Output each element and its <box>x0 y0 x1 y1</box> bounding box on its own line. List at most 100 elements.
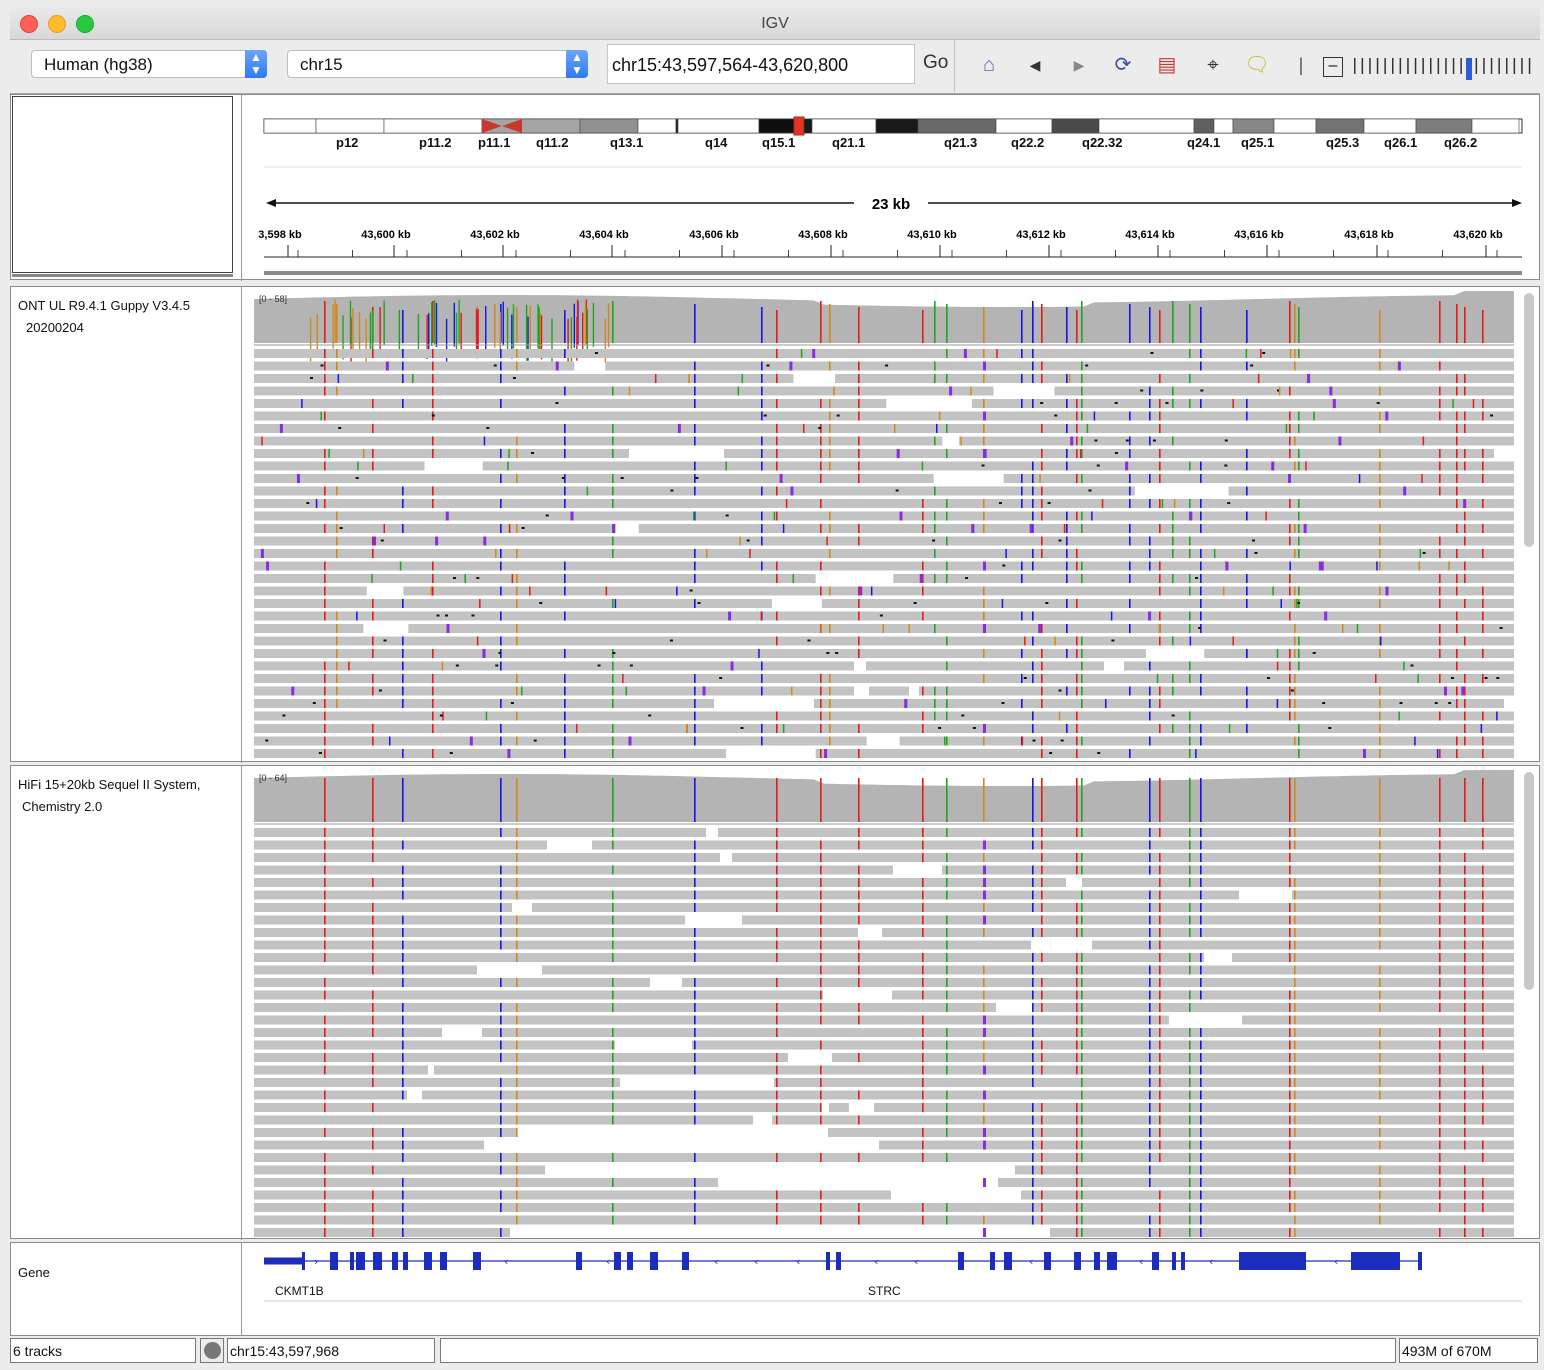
mismatch <box>1379 853 1381 862</box>
mismatch <box>372 649 374 658</box>
mismatch <box>516 1078 518 1087</box>
chromosome-select[interactable]: chr15 ▲ ▼ <box>287 50 588 78</box>
mismatch <box>432 386 434 396</box>
mismatch <box>1041 953 1043 962</box>
hifi-track-name[interactable]: HiFi 15+20kb Sequel II System, <box>18 774 200 796</box>
deletion <box>1125 439 1129 442</box>
hifi-alignment-view[interactable] <box>254 768 1514 1238</box>
coverage-snp-bar <box>398 309 401 354</box>
mismatch <box>500 1053 502 1062</box>
hifi-track-scrollbar[interactable] <box>1524 772 1534 990</box>
mismatch <box>1379 736 1381 746</box>
mismatch <box>820 749 822 758</box>
mismatch <box>1159 1140 1161 1150</box>
mismatch <box>1379 599 1381 608</box>
region-of-interest-icon[interactable]: ▤ <box>1152 51 1182 79</box>
mismatch <box>694 1040 696 1050</box>
read <box>254 940 1031 950</box>
mismatch <box>790 686 793 696</box>
mismatch <box>500 1003 502 1012</box>
forward-icon[interactable]: ▶ <box>1064 51 1094 79</box>
mismatch <box>564 499 566 508</box>
mismatch <box>612 1028 614 1037</box>
genome-select[interactable]: Human (hg38) ▲ ▼ <box>31 50 267 78</box>
mismatch <box>1041 1053 1043 1062</box>
hifi-track-name-chemistry[interactable]: Chemistry 2.0 <box>22 796 102 818</box>
mismatch <box>1464 574 1466 583</box>
zoom-out-icon[interactable]: – <box>1323 57 1343 77</box>
ont-alignment-view[interactable] <box>254 289 1514 761</box>
ont-track-name[interactable]: ONT UL R9.4.1 Guppy V3.4.5 <box>18 295 190 317</box>
read <box>772 1115 1514 1125</box>
mismatch <box>1464 1040 1466 1050</box>
deletion <box>1450 677 1454 679</box>
mismatch <box>1032 878 1034 887</box>
mismatch <box>1189 1165 1191 1175</box>
mismatch <box>1379 474 1381 483</box>
ideogram-and-ruler[interactable]: p12 p11.2 p11.1 q11.2 q13.1 q14 q15.1 q21.1 q21.… <box>254 95 1524 281</box>
mismatch <box>1439 486 1441 496</box>
mismatch <box>402 965 404 975</box>
mismatch <box>1041 1115 1043 1125</box>
gene-track-name[interactable]: Gene <box>18 1262 50 1284</box>
read <box>1228 486 1514 496</box>
locus-input[interactable]: chr15:43,597,564-43,620,800 <box>607 44 915 84</box>
mismatch <box>946 661 948 671</box>
mismatch <box>776 878 778 887</box>
mismatch <box>922 928 924 937</box>
mismatch <box>1076 724 1078 733</box>
mismatch <box>1200 1103 1202 1112</box>
refresh-icon[interactable]: ⟳ <box>1108 51 1138 79</box>
deletion <box>1002 564 1006 567</box>
back-icon[interactable]: ◀ <box>1020 51 1050 79</box>
mismatch <box>1289 878 1291 887</box>
popup-info-icon[interactable]: 🗨 <box>1242 51 1272 79</box>
insertion-marker <box>983 449 986 458</box>
mismatch <box>1456 736 1458 746</box>
mismatch <box>1172 574 1174 583</box>
mismatch <box>1189 865 1191 875</box>
coverage-snp-bar <box>820 301 822 343</box>
mismatch <box>1245 349 1248 358</box>
ont-track-scrollbar[interactable] <box>1524 293 1534 547</box>
mismatch <box>516 636 518 646</box>
gene-label-strc[interactable]: STRC <box>868 1280 901 1302</box>
mismatch <box>1289 1015 1291 1025</box>
mismatch <box>761 374 763 383</box>
mismatch <box>1159 1215 1161 1225</box>
zoom-tick <box>1483 58 1485 74</box>
deletion <box>1290 689 1294 692</box>
mismatch <box>324 699 326 708</box>
mismatch <box>776 853 778 862</box>
ont-track-name-date[interactable]: 20200204 <box>26 317 84 339</box>
mismatch <box>1200 361 1202 371</box>
mismatch <box>833 386 835 396</box>
mismatch <box>776 953 778 962</box>
gene-exon <box>614 1252 621 1270</box>
deletion <box>306 502 310 504</box>
status-memory: 493M of 670M <box>1399 1338 1538 1363</box>
mismatch <box>1421 474 1423 483</box>
mismatch <box>1379 903 1381 912</box>
mismatch <box>858 890 860 900</box>
mismatch <box>820 978 822 987</box>
mismatch <box>324 724 326 733</box>
mismatch <box>761 736 763 746</box>
gene-label-ckmt1b[interactable]: CKMT1B <box>275 1280 324 1302</box>
read <box>434 1065 1514 1075</box>
go-button[interactable]: Go <box>923 52 948 74</box>
mismatch <box>324 1165 326 1175</box>
gene-exon <box>373 1252 382 1270</box>
mismatch <box>820 436 822 446</box>
home-icon[interactable]: ⌂ <box>974 51 1004 79</box>
read <box>1044 1203 1514 1212</box>
mismatch <box>1021 499 1023 508</box>
zoom-slider[interactable] <box>1350 54 1538 80</box>
mismatch <box>1159 1065 1161 1075</box>
read <box>254 1090 407 1100</box>
mismatch <box>1076 1115 1078 1125</box>
resize-icon[interactable]: ⌖ <box>1198 51 1228 79</box>
coverage-snp-bar <box>372 311 374 356</box>
insertion-marker <box>1148 611 1152 621</box>
mismatch <box>1032 828 1034 837</box>
